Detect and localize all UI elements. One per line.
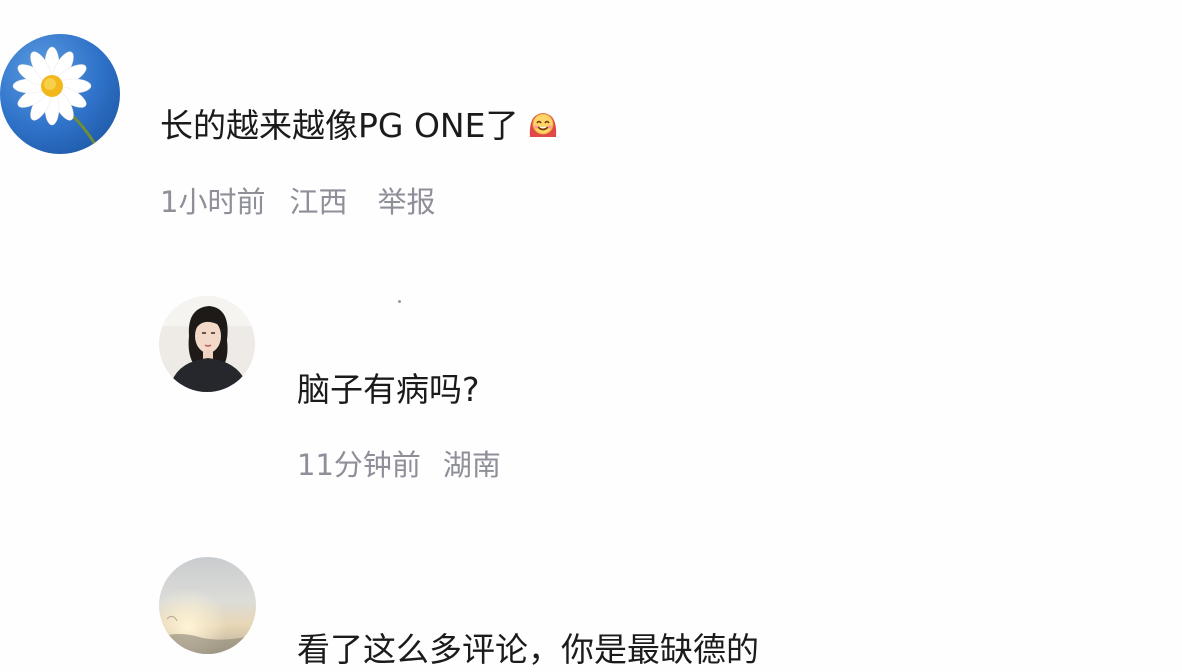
- report-button[interactable]: 举报: [377, 184, 435, 220]
- woman-portrait-avatar[interactable]: [159, 296, 255, 392]
- daisy-flower-avatar[interactable]: [0, 34, 120, 154]
- comment-text: 看了这么多评论，你是最缺德的: [297, 630, 759, 669]
- smiling-face-emoji-icon: [526, 107, 560, 141]
- comment-location: 湖南: [442, 448, 501, 482]
- comment-thread: 长的越来越像PG ONE了 1小时前 江西 举报 脑子有病吗? 11分钟前 湖南…: [0, 0, 1182, 672]
- sky-landscape-avatar[interactable]: [159, 557, 256, 654]
- comment-location: 江西: [289, 185, 348, 219]
- comment-meta: 11分钟前 湖南: [297, 447, 501, 483]
- woman-portrait-icon: [159, 296, 255, 392]
- stray-dot: [398, 300, 401, 303]
- comment-content: 长的越来越像PG ONE了: [160, 106, 560, 146]
- daisy-flower-icon: [0, 34, 120, 154]
- comment-time: 11分钟前: [297, 448, 421, 482]
- sky-landscape-icon: [159, 557, 256, 654]
- comment-text: 脑子有病吗?: [297, 370, 480, 409]
- comment-text: 长的越来越像PG ONE了: [160, 106, 519, 145]
- comment-time: 1小时前: [160, 185, 266, 219]
- comment-meta: 1小时前 江西 举报: [160, 184, 435, 220]
